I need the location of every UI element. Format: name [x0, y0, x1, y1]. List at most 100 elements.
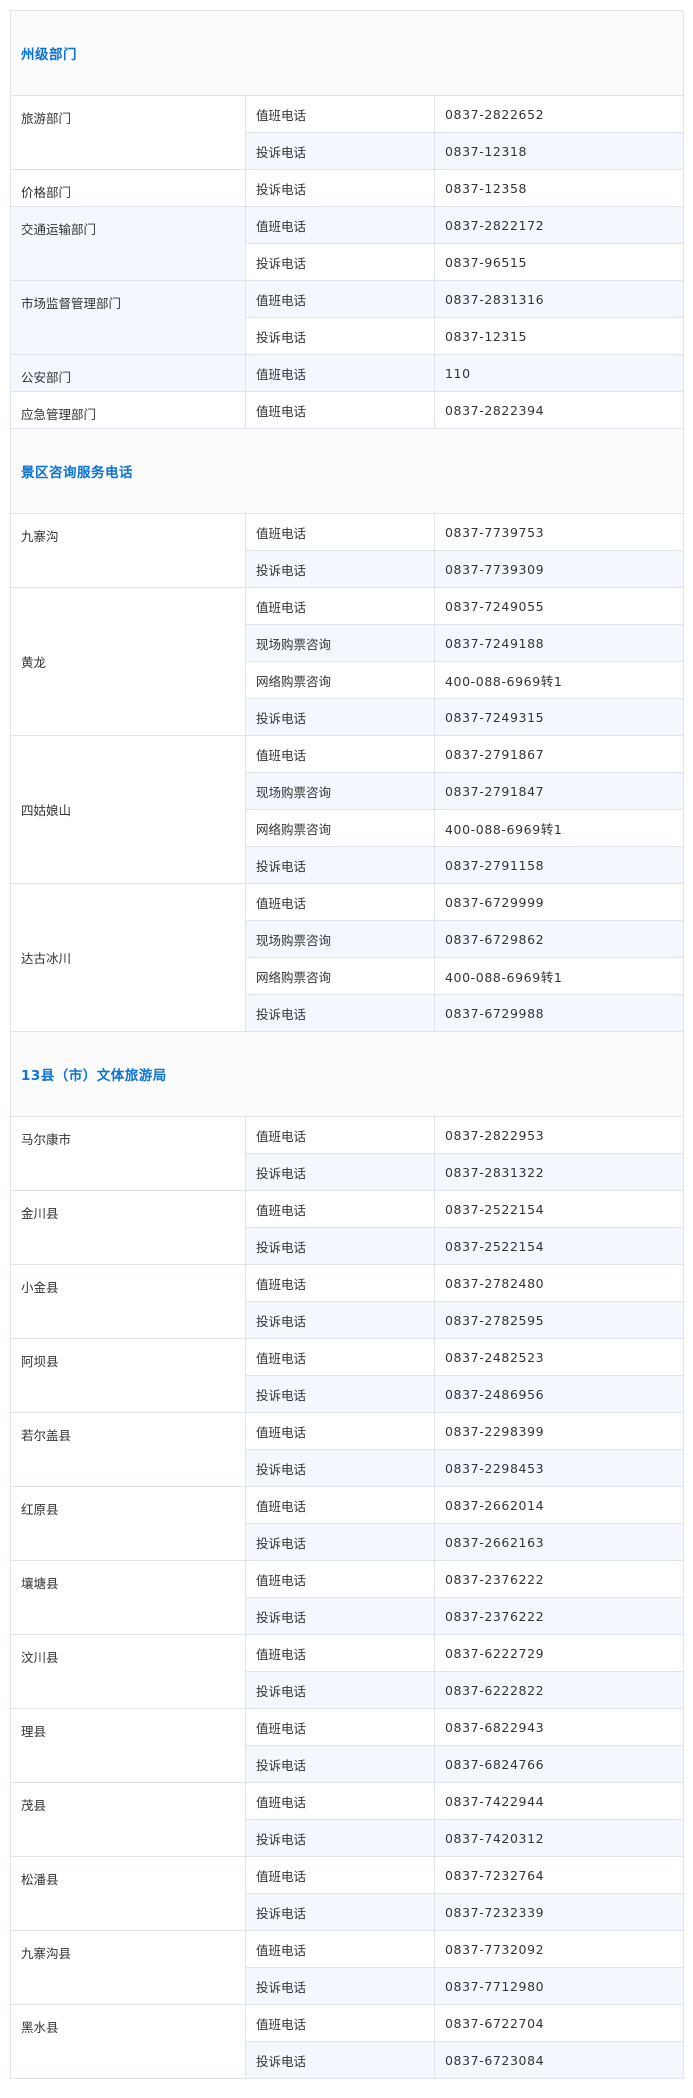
phone-number-cell: 0837-7712980	[433, 1967, 685, 2005]
phone-type-cell: 投诉电话	[245, 1597, 435, 1635]
phone-number-cell: 0837-2791847	[433, 772, 685, 810]
phone-type-cell: 值班电话	[245, 513, 435, 551]
phone-number-cell: 0837-2486956	[433, 1375, 685, 1413]
unit-name-cell: 小金县	[10, 1264, 246, 1339]
phone-number-cell: 0837-12358	[433, 169, 685, 207]
section-header-row: 景区咨询服务电话	[9, 428, 685, 514]
unit-name-cell: 黄龙	[10, 587, 246, 736]
phone-number-cell: 0837-2376222	[433, 1597, 685, 1635]
phone-type-cell: 投诉电话	[245, 994, 435, 1032]
phone-type-cell: 投诉电话	[245, 317, 435, 355]
unit-name-cell: 黑水县	[10, 2004, 246, 2079]
phone-type-cell: 投诉电话	[245, 1153, 435, 1191]
phone-type-cell: 投诉电话	[245, 1227, 435, 1265]
unit-name-cell: 九寨沟	[10, 513, 246, 588]
phone-number-cell: 0837-2482523	[433, 1338, 685, 1376]
phone-number-cell: 0837-7422944	[433, 1782, 685, 1820]
phone-number-cell: 0837-6723084	[433, 2041, 685, 2079]
phone-type-cell: 投诉电话	[245, 1819, 435, 1857]
unit-name-cell: 达古冰川	[10, 883, 246, 1032]
phone-number-cell: 0837-2791867	[433, 735, 685, 773]
phone-directory-body: 州级部门 旅游部门 值班电话 0837-2822652 投诉电话 0837-12318 价格…	[9, 10, 685, 2079]
phone-type-cell: 值班电话	[245, 1856, 435, 1894]
phone-number-cell: 0837-2822953	[433, 1116, 685, 1154]
unit-name-cell: 交通运输部门	[10, 206, 246, 281]
table-row: 旅游部门 值班电话 0837-2822652	[10, 95, 685, 170]
phone-type-cell: 值班电话	[245, 1190, 435, 1228]
phone-type-cell: 值班电话	[245, 1486, 435, 1524]
phone-number-cell: 0837-6729862	[433, 920, 685, 958]
phone-number-cell: 0837-6729988	[433, 994, 685, 1032]
phone-number-cell: 0837-2831316	[433, 280, 685, 318]
unit-name-cell: 若尔盖县	[10, 1412, 246, 1487]
phone-number-cell: 0837-7732092	[433, 1930, 685, 1968]
table-row: 交通运输部门 值班电话 0837-2822172	[10, 206, 685, 281]
phone-type-cell: 值班电话	[245, 587, 435, 625]
phone-number-cell: 0837-2662163	[433, 1523, 685, 1561]
phone-number-cell: 0837-96515	[433, 243, 685, 281]
table-row: 红原县 值班电话 0837-2662014	[10, 1486, 685, 1561]
phone-number-cell: 0837-7739753	[433, 513, 685, 551]
phone-type-cell: 投诉电话	[245, 169, 435, 207]
phone-type-cell: 投诉电话	[245, 1301, 435, 1339]
phone-number-cell: 0837-7249315	[433, 698, 685, 736]
phone-type-cell: 网络购票咨询	[245, 957, 435, 995]
table-row: 阿坝县 值班电话 0837-2482523	[10, 1338, 685, 1413]
phone-number-cell: 0837-2791158	[433, 846, 685, 884]
table-row: 价格部门 投诉电话 0837-12358	[10, 169, 685, 207]
table-row: 四姑娘山 值班电话 0837-2791867	[10, 735, 685, 884]
unit-name-cell: 红原县	[10, 1486, 246, 1561]
unit-name-cell: 应急管理部门	[10, 391, 246, 429]
table-row: 九寨沟 值班电话 0837-7739753	[10, 513, 685, 588]
phone-type-cell: 值班电话	[245, 206, 435, 244]
unit-name-cell: 旅游部门	[10, 95, 246, 170]
phone-type-cell: 值班电话	[245, 1412, 435, 1450]
section-header-row: 13县（市）文体旅游局	[9, 1031, 685, 1117]
phone-number-cell: 0837-2822172	[433, 206, 685, 244]
table-row: 金川县 值班电话 0837-2522154	[10, 1190, 685, 1265]
unit-name-cell: 四姑娘山	[10, 735, 246, 884]
phone-type-cell: 值班电话	[245, 1634, 435, 1672]
table-row: 马尔康市 值班电话 0837-2822953	[10, 1116, 685, 1191]
phone-number-cell: 0837-6729999	[433, 883, 685, 921]
phone-number-cell: 0837-7232764	[433, 1856, 685, 1894]
phone-number-cell: 0837-6822943	[433, 1708, 685, 1746]
unit-name-cell: 阿坝县	[10, 1338, 246, 1413]
phone-type-cell: 值班电话	[245, 1560, 435, 1598]
table-row: 汶川县 值班电话 0837-6222729	[10, 1634, 685, 1709]
phone-type-cell: 值班电话	[245, 1782, 435, 1820]
phone-type-cell: 投诉电话	[245, 1671, 435, 1709]
phone-directory-table: 州级部门 旅游部门 值班电话 0837-2822652 投诉电话 0837-12318 价格…	[9, 10, 685, 2079]
table-row: 若尔盖县 值班电话 0837-2298399	[10, 1412, 685, 1487]
phone-type-cell: 投诉电话	[245, 243, 435, 281]
phone-number-cell: 0837-7232339	[433, 1893, 685, 1931]
phone-type-cell: 投诉电话	[245, 1967, 435, 2005]
phone-type-cell: 网络购票咨询	[245, 809, 435, 847]
section-title: 州级部门	[9, 10, 685, 96]
phone-number-cell: 0837-7249055	[433, 587, 685, 625]
table-row: 黑水县 值班电话 0837-6722704	[10, 2004, 685, 2079]
phone-type-cell: 网络购票咨询	[245, 661, 435, 699]
table-row: 茂县 值班电话 0837-7422944	[10, 1782, 685, 1857]
phone-type-cell: 值班电话	[245, 2004, 435, 2042]
phone-type-cell: 投诉电话	[245, 846, 435, 884]
phone-number-cell: 0837-2782595	[433, 1301, 685, 1339]
phone-type-cell: 投诉电话	[245, 1745, 435, 1783]
phone-type-cell: 现场购票咨询	[245, 920, 435, 958]
unit-name-cell: 茂县	[10, 1782, 246, 1857]
table-row: 松潘县 值班电话 0837-7232764	[10, 1856, 685, 1931]
table-row: 理县 值班电话 0837-6822943	[10, 1708, 685, 1783]
unit-name-cell: 松潘县	[10, 1856, 246, 1931]
phone-number-cell: 400-088-6969转1	[433, 809, 685, 847]
unit-name-cell: 金川县	[10, 1190, 246, 1265]
phone-number-cell: 400-088-6969转1	[433, 957, 685, 995]
phone-type-cell: 值班电话	[245, 391, 435, 429]
phone-type-cell: 投诉电话	[245, 1893, 435, 1931]
phone-number-cell: 0837-2522154	[433, 1227, 685, 1265]
phone-type-cell: 值班电话	[245, 1708, 435, 1746]
phone-type-cell: 投诉电话	[245, 550, 435, 588]
phone-number-cell: 0837-7739309	[433, 550, 685, 588]
phone-type-cell: 值班电话	[245, 1264, 435, 1302]
phone-number-cell: 0837-12318	[433, 132, 685, 170]
phone-number-cell: 0837-6722704	[433, 2004, 685, 2042]
